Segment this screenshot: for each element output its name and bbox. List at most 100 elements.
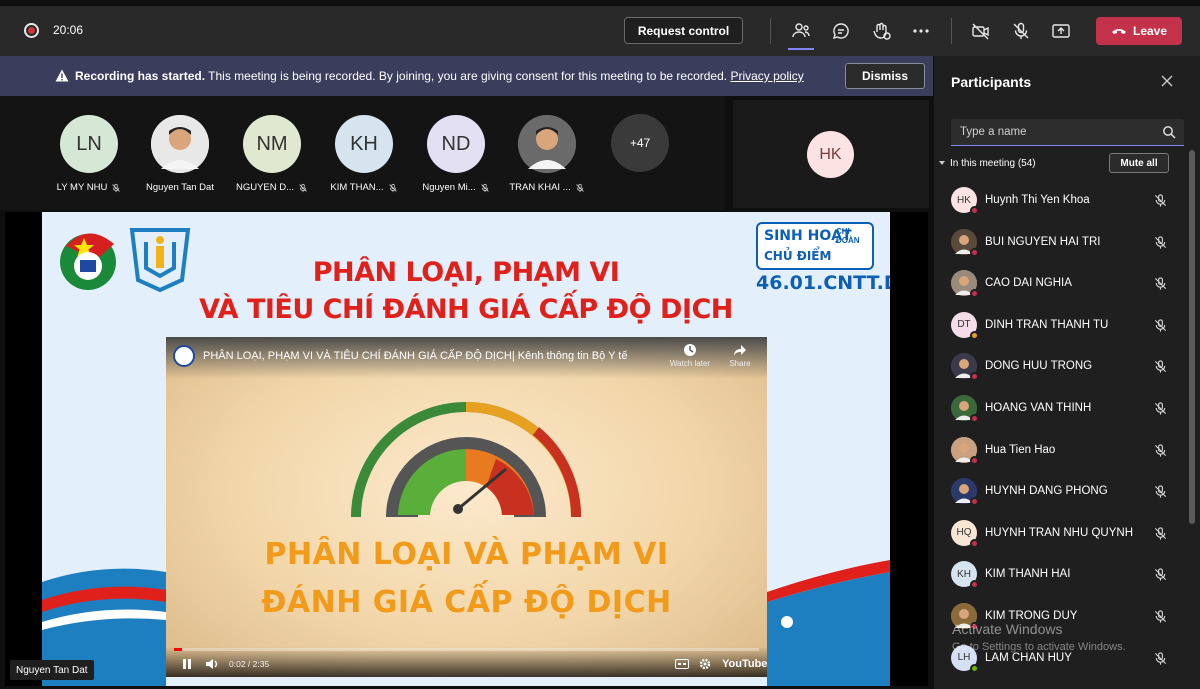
- participant-list-item[interactable]: HK Huynh Thi Yen Khoa: [934, 180, 1184, 222]
- slide-title-line2: VÀ TIÊU CHÍ ĐÁNH GIÁ CẤP ĐỘ DỊCH: [199, 294, 733, 325]
- teams-meeting-window: 20:06 Request control Leave Recording ha…: [0, 0, 1200, 689]
- share-screen-icon[interactable]: [1048, 18, 1074, 44]
- mute-all-button[interactable]: Mute all: [1109, 153, 1169, 173]
- more-options-icon[interactable]: [908, 18, 934, 44]
- mic-off-icon: [1153, 235, 1168, 250]
- participant-name-text: LY MY NHU: [56, 182, 108, 193]
- activate-windows-watermark: Activate Windows: [952, 621, 1063, 637]
- activity-badge: SINH HOẠT CHI ĐOÀN CHỦ ĐIỂM: [756, 222, 874, 270]
- participant-tile[interactable]: Nguyen Tan Dat: [135, 115, 225, 193]
- search-icon[interactable]: [1162, 125, 1176, 139]
- close-icon[interactable]: [1160, 74, 1174, 88]
- avatar: ND: [427, 115, 485, 173]
- mic-off-icon: [298, 183, 308, 193]
- participant-list-item[interactable]: DT DINH TRAN THANH TU: [934, 305, 1184, 347]
- captions-icon[interactable]: [675, 659, 689, 669]
- reactions-icon[interactable]: [868, 18, 894, 44]
- warning-icon: [55, 69, 69, 82]
- participant-list-item[interactable]: Hua Tien Hao: [934, 430, 1184, 472]
- share-arrow-icon: [734, 345, 746, 356]
- participant-tile[interactable]: ND Nguyen Mi...: [411, 115, 501, 193]
- participant-tile[interactable]: NM NGUYEN D...: [227, 115, 317, 193]
- volume-icon[interactable]: [205, 658, 219, 670]
- participant-tile[interactable]: KH KIM THAN...: [319, 115, 409, 193]
- mic-off-icon: [1153, 443, 1168, 458]
- participant-tile-hk[interactable]: HK: [733, 100, 929, 208]
- participant-list-name: LAM CHAN HUY: [985, 651, 1072, 664]
- more-participants-button[interactable]: +47: [611, 114, 669, 172]
- share-button[interactable]: Share: [722, 343, 758, 368]
- participant-name: Nguyen Tan Dat: [135, 182, 225, 193]
- avatar: HK: [807, 131, 854, 178]
- youtube-player[interactable]: PHÂN LOẠI, PHẠM VI VÀ TIÊU CHÍ ĐÁNH GIÁ …: [166, 337, 767, 677]
- avatar: [518, 115, 576, 173]
- mic-off-icon: [1153, 401, 1168, 416]
- people-icon[interactable]: [788, 18, 814, 44]
- participant-list-name: DONG HUU TRONG: [985, 360, 1093, 373]
- video-title[interactable]: PHÂN LOẠI, PHẠM VI VÀ TIÊU CHÍ ĐÁNH GIÁ …: [203, 350, 627, 362]
- participant-list-item[interactable]: HUYNH DANG PHONG: [934, 471, 1184, 513]
- avatar: NM: [243, 115, 301, 173]
- video-progress-fill: [174, 648, 182, 651]
- participant-list-item[interactable]: BUI NGUYEN HAI TRI: [934, 222, 1184, 264]
- participant-list-item[interactable]: CAO DAI NGHIA: [934, 263, 1184, 305]
- avatar: LN: [60, 115, 118, 173]
- avatar-photo-icon: [518, 115, 576, 173]
- class-code: 46.01.CNTT.D: [756, 272, 890, 294]
- participant-list-name: DINH TRAN THANH TU: [985, 318, 1109, 331]
- in-meeting-section-toggle[interactable]: In this meeting (54): [939, 158, 1036, 169]
- badge-text-3: CHỦ ĐIỂM: [764, 249, 832, 263]
- participant-list-name: Hua Tien Hao: [985, 443, 1056, 456]
- avatar: KH: [335, 115, 393, 173]
- toolbar-divider: [951, 18, 952, 44]
- mic-off-icon: [1153, 526, 1168, 541]
- caret-down-icon: [939, 161, 945, 165]
- participant-list-item[interactable]: HOANG VAN THINH: [934, 388, 1184, 430]
- leave-button[interactable]: Leave: [1096, 17, 1182, 45]
- participant-list-name: HOANG VAN THINH: [985, 401, 1092, 414]
- channel-logo[interactable]: [173, 345, 195, 367]
- participant-list: HK Huynh Thi Yen Khoa BUI NGUYEN HAI TRI CA…: [934, 180, 1184, 679]
- participant-list-item[interactable]: KH KIM THANH HAI: [934, 554, 1184, 596]
- presence-status-icon: [970, 206, 979, 215]
- settings-gear-icon[interactable]: [699, 658, 711, 670]
- meeting-toolbar: 20:06 Request control Leave: [0, 6, 1200, 56]
- presence-status-icon: [970, 497, 979, 507]
- presence-status-icon: [970, 663, 979, 673]
- camera-off-icon[interactable]: [968, 18, 994, 44]
- presence-status-icon: [970, 289, 979, 299]
- participant-search-input[interactable]: [951, 119, 1156, 145]
- mic-off-icon: [1153, 567, 1168, 582]
- mic-off-icon: [1153, 318, 1168, 333]
- presence-status-icon: [970, 455, 979, 465]
- chat-icon[interactable]: [828, 18, 854, 44]
- dismiss-button[interactable]: Dismiss: [845, 63, 925, 89]
- video-progress-bar[interactable]: [174, 648, 759, 651]
- participant-search: [951, 119, 1184, 146]
- meeting-timer: 20:06: [53, 23, 84, 37]
- presence-status-icon: [970, 247, 979, 257]
- participant-list-item[interactable]: DONG HUU TRONG: [934, 346, 1184, 388]
- participant-name-text: Nguyen Tan Dat: [146, 182, 214, 193]
- section-title: In this meeting (54): [950, 158, 1036, 169]
- leave-label: Leave: [1132, 24, 1168, 38]
- share-label: Share: [729, 359, 751, 368]
- participant-tile[interactable]: LN LY MY NHU: [44, 115, 134, 193]
- watch-later-button[interactable]: Watch later: [668, 343, 712, 368]
- privacy-policy-link[interactable]: Privacy policy: [730, 69, 803, 83]
- panel-scrollbar[interactable]: [1189, 150, 1195, 524]
- youtube-logo[interactable]: YouTube: [722, 658, 767, 670]
- mic-off-icon[interactable]: [1008, 18, 1034, 44]
- recording-message: Recording has started. This meeting is b…: [75, 69, 804, 83]
- recording-banner: Recording has started. This meeting is b…: [0, 56, 933, 96]
- pause-icon[interactable]: [181, 658, 193, 670]
- participant-tile[interactable]: TRAN KHAI ...: [502, 115, 592, 193]
- video-time: 0:02 / 2:35: [229, 659, 270, 669]
- request-control-button[interactable]: Request control: [624, 17, 743, 44]
- mic-off-icon: [111, 183, 121, 193]
- mic-off-icon: [1153, 484, 1168, 499]
- participant-list-item[interactable]: HQ HUYNH TRAN NHU QUYNH: [934, 513, 1184, 555]
- mic-off-icon: [388, 183, 398, 193]
- participant-list-name: HUYNH DANG PHONG: [985, 485, 1108, 498]
- mic-off-icon: [1153, 193, 1168, 208]
